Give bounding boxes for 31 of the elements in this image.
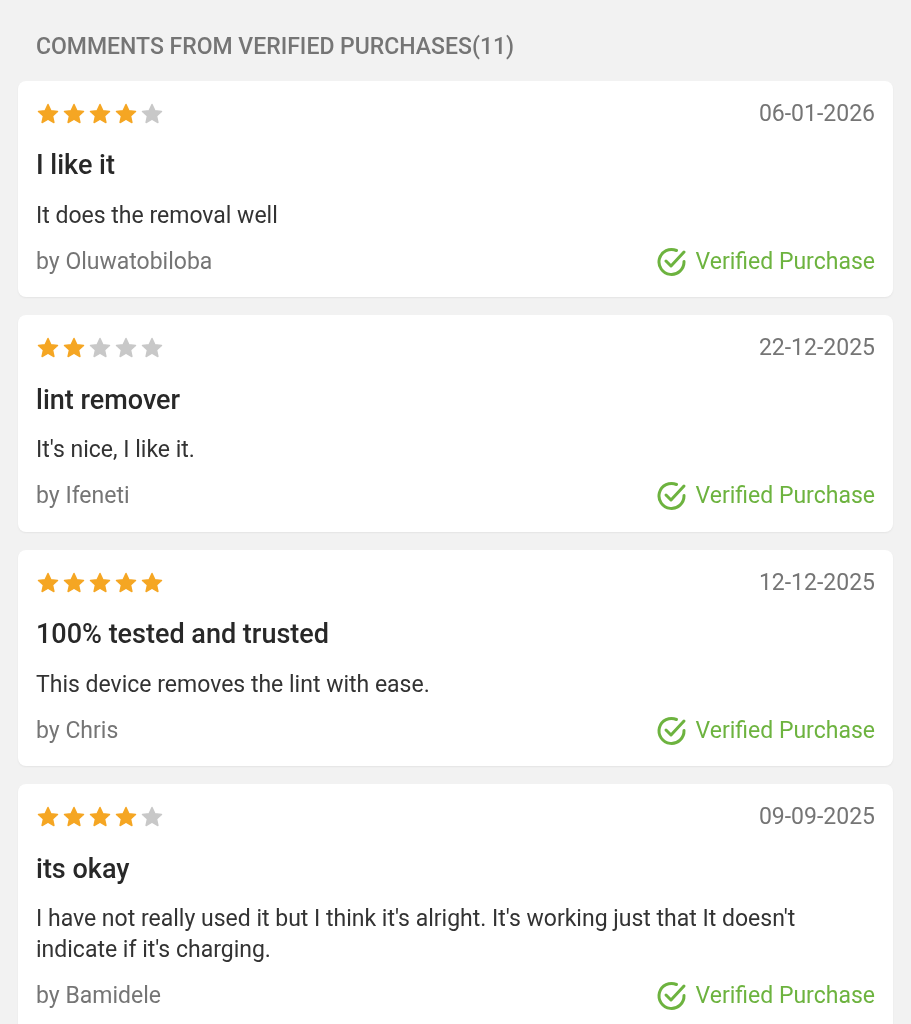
review-title: 100% tested and trusted	[36, 617, 330, 652]
review-text: I have not really used it but I think it's alright. It's working just that It doesn't indicate if it's charging.	[36, 904, 797, 965]
review-text: This device removes the lint with ease.	[36, 669, 431, 700]
review-title: I like it	[36, 148, 116, 183]
star-icon	[88, 570, 112, 595]
review-author: by Oluwatobiloba	[36, 246, 213, 277]
star-icon	[36, 101, 60, 126]
star-icon	[114, 101, 138, 126]
review-text: It does the removal well	[36, 200, 279, 231]
star-icon	[36, 570, 60, 595]
star-icon	[114, 570, 138, 595]
verified-label: Verified Purchase	[695, 481, 875, 511]
verified-label: Verified Purchase	[695, 715, 875, 746]
star-icon	[62, 101, 86, 126]
review-date: 06-01-2026	[758, 98, 875, 129]
star-icon	[140, 101, 164, 126]
review-text: It's nice, I like it.	[36, 435, 196, 465]
review-date: 12-12-2025	[758, 567, 875, 598]
review-author: by Bamidele	[36, 981, 161, 1011]
section-heading: COMMENTS FROM VERIFIED PURCHASES(11)	[35, 32, 516, 62]
review-author: by Chris	[36, 715, 119, 746]
star-icon	[62, 570, 86, 595]
review-date: 09-09-2025	[758, 802, 875, 832]
review-title: lint remover	[36, 382, 182, 418]
star-icon	[88, 101, 112, 126]
verified-label: Verified Purchase	[695, 981, 875, 1011]
verified-label: Verified Purchase	[695, 246, 875, 277]
review-date: 22-12-2025	[758, 333, 875, 363]
star-icon	[140, 570, 164, 595]
review-title: its okay	[36, 851, 131, 887]
review-author: by Ifeneti	[36, 481, 130, 511]
